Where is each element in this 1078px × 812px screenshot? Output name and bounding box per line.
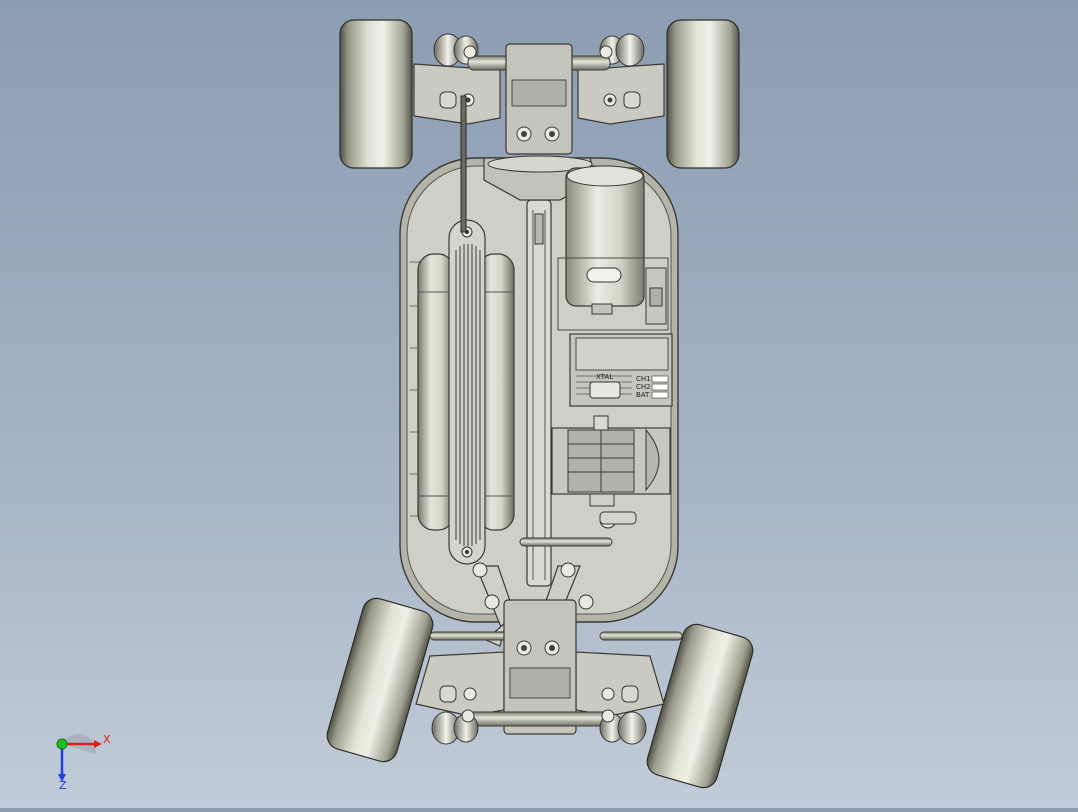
cad-viewport[interactable]: XTAL CH1 CH2 BAT X Z <box>0 0 1078 808</box>
rear-tie-rod-right <box>599 631 683 641</box>
triad-y-axis <box>56 738 68 750</box>
front-right-tire <box>666 19 740 169</box>
battery-strap-ribs <box>455 244 481 546</box>
rear-bottom-bar <box>465 711 613 727</box>
center-driveshaft <box>526 199 552 587</box>
front-left-tire <box>339 19 413 169</box>
servo-unit <box>551 415 671 507</box>
triad-x-label: X <box>103 733 111 746</box>
esc-channel-2-label: CH2 <box>636 383 651 391</box>
motor <box>565 167 645 307</box>
esc-brand-label: XTAL <box>596 373 613 381</box>
steering-rod <box>460 95 467 233</box>
esc-unit: XTAL CH1 CH2 BAT <box>569 333 673 407</box>
orientation-triad <box>56 734 102 782</box>
esc-channel-1-label: CH1 <box>636 375 651 383</box>
servo-link <box>519 537 613 547</box>
esc-battery-label: BAT <box>636 391 650 399</box>
chassis-model: XTAL CH1 CH2 BAT <box>326 19 754 789</box>
rear-right-tire <box>646 623 754 789</box>
rear-tie-rod-left <box>429 631 511 641</box>
rear-left-tire <box>326 597 434 763</box>
triad-z-label: Z <box>59 779 67 792</box>
